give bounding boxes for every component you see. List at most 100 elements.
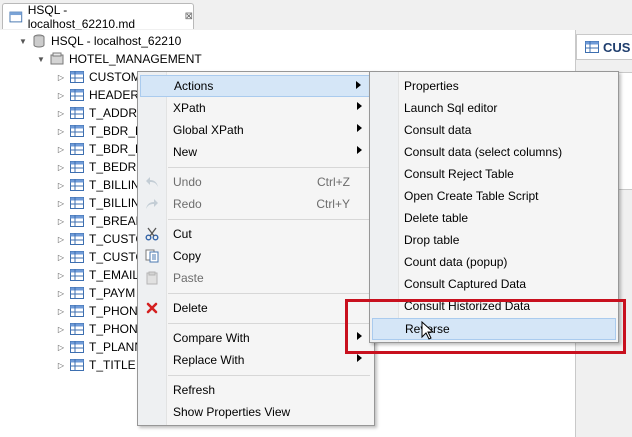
tree-node-table[interactable]: ▷ HEADER bbox=[56, 86, 139, 104]
menu-item-new[interactable]: New bbox=[140, 141, 372, 163]
submenu-item-consult-data-select-columns[interactable]: Consult data (select columns) bbox=[372, 141, 616, 163]
collapse-arrow-icon[interactable]: ▷ bbox=[56, 361, 66, 370]
collapse-arrow-icon[interactable]: ▷ bbox=[56, 235, 66, 244]
close-icon[interactable]: ⊠ bbox=[185, 11, 193, 22]
submenu-item-count-data-popup[interactable]: Count data (popup) bbox=[372, 251, 616, 273]
menu-item-label: Actions bbox=[174, 79, 214, 93]
menu-item-label: Consult data (select columns) bbox=[404, 145, 563, 159]
tree-node-table[interactable]: ▷ T_PAYM bbox=[56, 284, 135, 302]
menu-item-global-xpath[interactable]: Global XPath bbox=[140, 119, 372, 141]
submenu-item-consult-data[interactable]: Consult data bbox=[372, 119, 616, 141]
collapse-arrow-icon[interactable]: ▷ bbox=[56, 199, 66, 208]
collapse-arrow-icon[interactable]: ▷ bbox=[56, 307, 66, 316]
tree-node-table[interactable]: ▷ T_BDR_P bbox=[56, 140, 143, 158]
menu-item-label: New bbox=[173, 145, 198, 159]
context-menu: Actions XPath Global XPath New Undo Ctrl… bbox=[137, 71, 375, 426]
submenu-item-delete-table[interactable]: Delete table bbox=[372, 207, 616, 229]
table-label: T_BDR_P bbox=[89, 124, 144, 138]
editor-tab[interactable]: HSQL - localhost_62210.md ⊠ bbox=[2, 3, 194, 31]
table-icon bbox=[70, 215, 84, 227]
table-icon bbox=[70, 251, 84, 263]
menu-item-cut[interactable]: Cut bbox=[140, 223, 372, 245]
submenu-arrow-icon bbox=[357, 146, 362, 154]
collapse-arrow-icon[interactable]: ▷ bbox=[56, 163, 66, 172]
menu-item-label: Launch Sql editor bbox=[404, 101, 498, 115]
tree-node-table[interactable]: ▷ T_BREAK bbox=[56, 212, 144, 230]
tree-node-table[interactable]: ▷ T_BILLIN bbox=[56, 194, 140, 212]
menu-item-label: Copy bbox=[173, 249, 202, 263]
tree-node-table[interactable]: ▷ T_BEDRO bbox=[56, 158, 146, 176]
collapse-arrow-icon[interactable]: ▷ bbox=[56, 73, 66, 82]
table-icon bbox=[70, 359, 84, 371]
expand-arrow-icon[interactable]: ▼ bbox=[18, 37, 28, 46]
table-icon bbox=[70, 125, 84, 137]
menu-item-undo[interactable]: Undo Ctrl+Z bbox=[140, 171, 372, 193]
menu-item-label: Properties bbox=[404, 79, 459, 93]
collapse-arrow-icon[interactable]: ▷ bbox=[56, 91, 66, 100]
submenu-item-properties[interactable]: Properties bbox=[372, 75, 616, 97]
table-icon bbox=[70, 161, 84, 173]
collapse-arrow-icon[interactable]: ▷ bbox=[56, 181, 66, 190]
table-icon bbox=[70, 287, 84, 299]
tree-node-table[interactable]: ▷ T_CUSTO bbox=[56, 248, 145, 266]
tree-node-schema[interactable]: ▼ HOTEL_MANAGEMENT bbox=[36, 50, 202, 68]
tree-node-table[interactable]: ▷ T_TITLE bbox=[56, 356, 136, 374]
submenu-item-drop-table[interactable]: Drop table bbox=[372, 229, 616, 251]
tree-node-table[interactable]: ▷ T_EMAIL bbox=[56, 266, 139, 284]
collapse-arrow-icon[interactable]: ▷ bbox=[56, 343, 66, 352]
submenu-item-open-create-table-script[interactable]: Open Create Table Script bbox=[372, 185, 616, 207]
collapse-arrow-icon[interactable]: ▷ bbox=[56, 127, 66, 136]
submenu-item-launch-sql-editor[interactable]: Launch Sql editor bbox=[372, 97, 616, 119]
collapse-arrow-icon[interactable]: ▷ bbox=[56, 253, 66, 262]
collapse-arrow-icon[interactable]: ▷ bbox=[56, 325, 66, 334]
submenu-arrow-icon bbox=[357, 124, 362, 132]
collapse-arrow-icon[interactable]: ▷ bbox=[56, 271, 66, 280]
delete-icon bbox=[144, 300, 160, 316]
menu-item-paste[interactable]: Paste bbox=[140, 267, 372, 289]
menu-item-label: Refresh bbox=[173, 383, 216, 397]
table-icon bbox=[70, 107, 84, 119]
collapse-arrow-icon[interactable]: ▷ bbox=[56, 217, 66, 226]
collapse-arrow-icon[interactable]: ▷ bbox=[56, 145, 66, 154]
menu-item-replace-with[interactable]: Replace With bbox=[140, 349, 372, 371]
submenu-item-consult-reject-table[interactable]: Consult Reject Table bbox=[372, 163, 616, 185]
menu-item-delete[interactable]: Delete bbox=[140, 297, 372, 319]
menu-item-label: Count data (popup) bbox=[404, 255, 508, 269]
properties-panel-tab[interactable]: CUS bbox=[576, 34, 632, 60]
menu-separator bbox=[168, 167, 370, 168]
table-label: T_BDR_P bbox=[89, 142, 144, 156]
menu-item-refresh[interactable]: Refresh bbox=[140, 379, 372, 401]
menu-item-shortcut: Ctrl+Z bbox=[317, 175, 350, 189]
table-icon bbox=[70, 233, 84, 245]
tree-node-table[interactable]: ▷ T_PLANN bbox=[56, 338, 143, 356]
tree-node-table[interactable]: ▷ T_PHON bbox=[56, 320, 138, 338]
menu-item-label: Delete table bbox=[404, 211, 469, 225]
menu-separator bbox=[168, 219, 370, 220]
tree-node-table[interactable]: ▷ T_BILLIN bbox=[56, 176, 140, 194]
tree-node-connection[interactable]: ▼ HSQL - localhost_62210 bbox=[18, 32, 181, 50]
menu-item-actions[interactable]: Actions bbox=[140, 75, 372, 97]
menu-item-copy[interactable]: Copy bbox=[140, 245, 372, 267]
menu-item-shortcut: Ctrl+Y bbox=[316, 197, 350, 211]
menu-item-xpath[interactable]: XPath bbox=[140, 97, 372, 119]
table-label: T_PHON bbox=[89, 304, 138, 318]
menu-item-compare-with[interactable]: Compare With bbox=[140, 327, 372, 349]
table-label: T_TITLE bbox=[89, 358, 136, 372]
tree-node-table[interactable]: ▷ T_ADDRE bbox=[56, 104, 145, 122]
table-label: CUSTOM bbox=[89, 70, 141, 84]
tree-node-table[interactable]: ▷ CUSTOM bbox=[56, 68, 141, 86]
collapse-arrow-icon[interactable]: ▷ bbox=[56, 289, 66, 298]
table-icon bbox=[70, 89, 84, 101]
menu-item-label: Consult Reject Table bbox=[404, 167, 514, 181]
tree-node-table[interactable]: ▷ T_PHON bbox=[56, 302, 138, 320]
menu-item-label: Undo bbox=[173, 175, 202, 189]
tree-node-table[interactable]: ▷ T_BDR_P bbox=[56, 122, 143, 140]
menu-item-label: Redo bbox=[173, 197, 202, 211]
collapse-arrow-icon[interactable]: ▷ bbox=[56, 109, 66, 118]
menu-item-show-properties-view[interactable]: Show Properties View bbox=[140, 401, 372, 423]
submenu-item-consult-captured-data[interactable]: Consult Captured Data bbox=[372, 273, 616, 295]
expand-arrow-icon[interactable]: ▼ bbox=[36, 55, 46, 64]
menu-item-redo[interactable]: Redo Ctrl+Y bbox=[140, 193, 372, 215]
tree-node-table[interactable]: ▷ T_CUSTO bbox=[56, 230, 145, 248]
editor-tab-bar: HSQL - localhost_62210.md ⊠ bbox=[0, 0, 632, 31]
